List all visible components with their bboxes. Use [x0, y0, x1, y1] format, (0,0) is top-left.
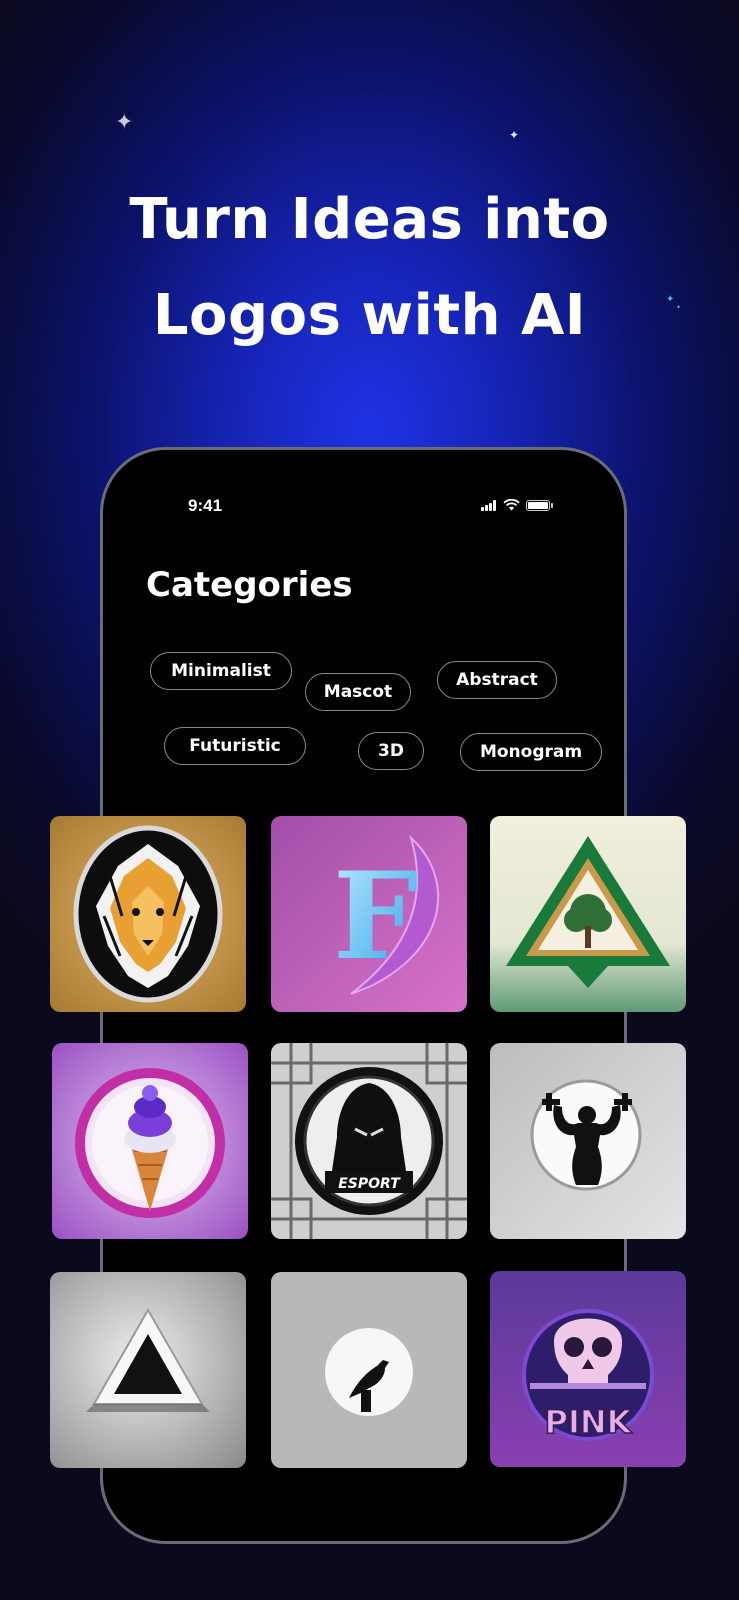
bodybuilder-logo[interactable]	[490, 1043, 686, 1239]
lion-emblem-logo[interactable]	[50, 816, 246, 1012]
page-title: Categories	[146, 565, 353, 605]
chip-monogram[interactable]: Monogram	[460, 733, 602, 771]
cellular-signal-icon	[481, 499, 497, 511]
logo-letter: F	[333, 846, 418, 987]
tree-triangle-logo[interactable]	[490, 816, 686, 1012]
sparkle-icon: ✦	[115, 110, 134, 135]
esport-hooded-logo[interactable]: ESPORT	[271, 1043, 467, 1239]
status-icons	[481, 498, 553, 512]
chip-3d[interactable]: 3D	[358, 732, 424, 770]
chip-mascot[interactable]: Mascot	[305, 673, 411, 711]
battery-icon	[526, 499, 550, 511]
headline: Turn Ideas into Logos with AI	[0, 172, 739, 364]
chip-abstract[interactable]: Abstract	[437, 661, 557, 699]
battery-tip	[551, 502, 553, 508]
chip-minimalist[interactable]: Minimalist	[150, 652, 292, 690]
pink-skull-logo[interactable]: PINK	[490, 1271, 686, 1467]
ice-cream-logo[interactable]	[52, 1043, 248, 1239]
logo-text: PINK	[545, 1403, 633, 1441]
chip-futuristic[interactable]: Futuristic	[164, 727, 306, 765]
letter-f-monogram-logo[interactable]: F	[271, 816, 467, 1012]
sparkle-icon: ✦	[509, 128, 520, 142]
logo-text: ESPORT	[338, 1176, 401, 1192]
status-time: 9:41	[188, 496, 223, 515]
triangle-3d-logo[interactable]	[50, 1272, 246, 1468]
headline-line-1: Turn Ideas into	[129, 187, 610, 252]
headline-line-2: Logos with AI	[152, 283, 587, 348]
bird-silhouette-logo[interactable]	[271, 1272, 467, 1468]
wifi-icon	[503, 496, 520, 515]
